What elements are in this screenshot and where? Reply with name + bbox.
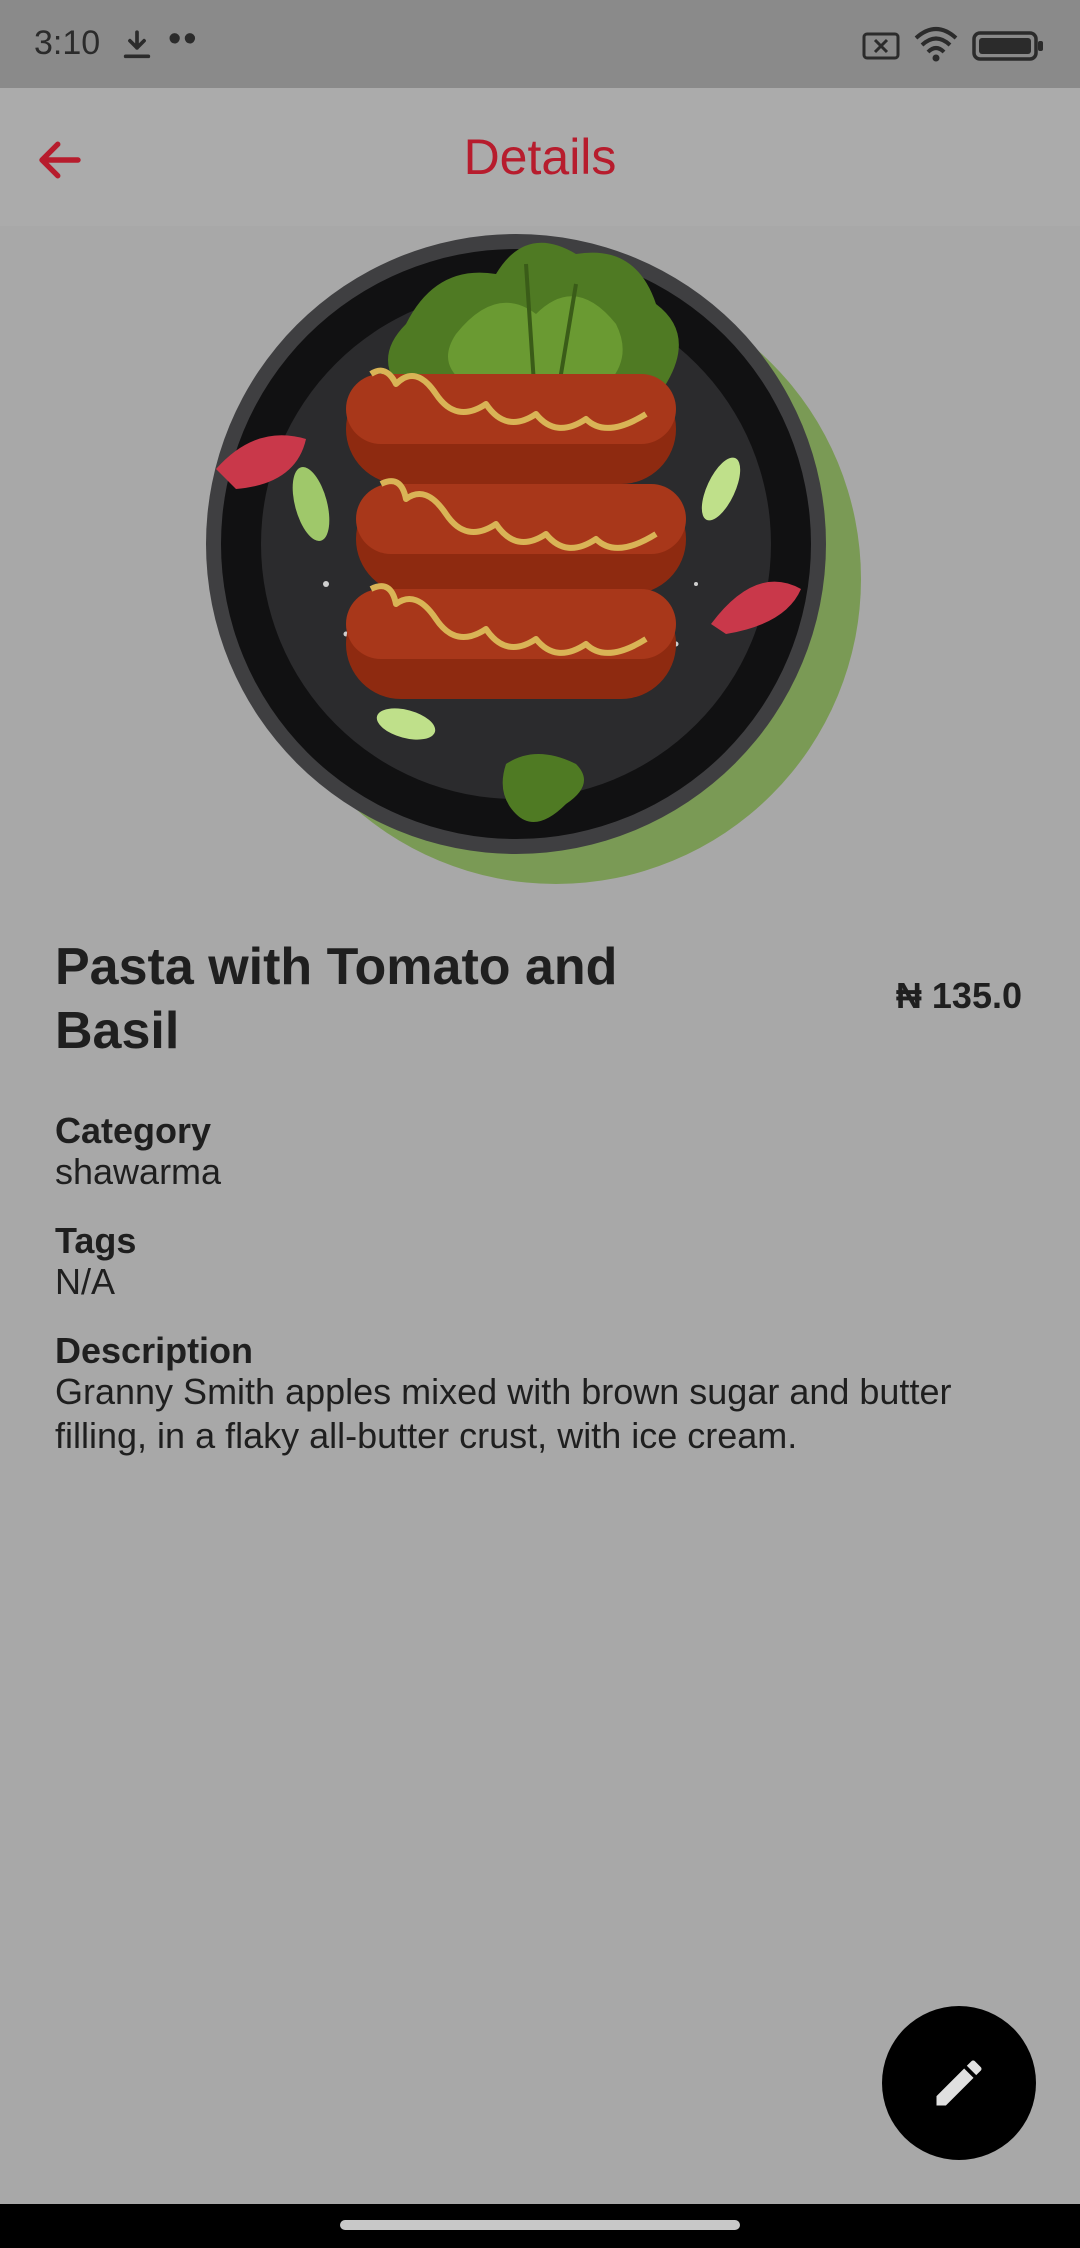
tags-value: N/A: [55, 1261, 116, 1302]
edit-pencil-icon[interactable]: [929, 2053, 989, 2113]
battery-icon: [972, 31, 1043, 61]
home-gesture-handle[interactable]: [340, 2220, 740, 2230]
status-time: 3:10: [34, 24, 101, 62]
item-title: Pasta with Tomato and Basil: [55, 938, 618, 1060]
food-image: [206, 234, 861, 884]
description-value: Granny Smith apples mixed with brown sug…: [55, 1371, 952, 1456]
wifi-icon: [914, 27, 958, 62]
category-label: Category: [55, 1110, 212, 1151]
category-value: shawarma: [55, 1151, 222, 1192]
status-bar: 3:10 ••: [0, 0, 1080, 88]
page-title: Details: [463, 129, 617, 185]
no-sim-icon: [862, 32, 900, 60]
tags-label: Tags: [55, 1220, 137, 1261]
edit-fab-button[interactable]: [882, 2006, 1036, 2160]
navigation-bar: [0, 2204, 1080, 2248]
description-label: Description: [55, 1330, 254, 1371]
notification-dots: ••: [168, 18, 199, 60]
download-icon: [123, 30, 151, 59]
app-bar: Details: [0, 88, 1080, 226]
item-price: ₦ 135.0: [895, 975, 1022, 1016]
details-screen: 3:10 •• Details Pasta with Tomato and Ba…: [0, 0, 1080, 2248]
